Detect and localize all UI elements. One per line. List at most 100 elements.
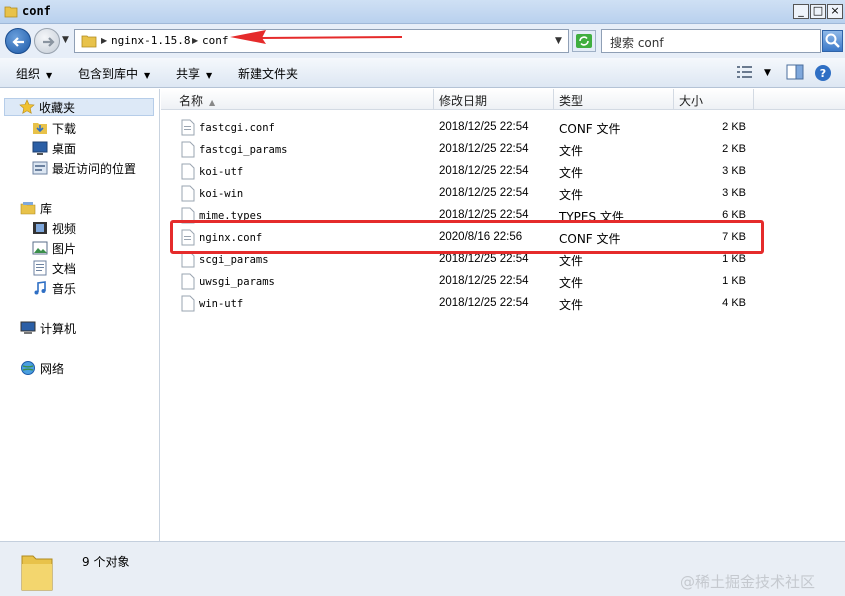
file-row[interactable]: koi-win 2018/12/25 22:54 文件 3 KB [173, 183, 753, 205]
library-icon [20, 202, 36, 215]
search-button[interactable] [822, 30, 843, 52]
nav-network[interactable]: 网络 [20, 359, 64, 377]
new-folder-button[interactable]: 新建文件夹 [238, 65, 298, 82]
file-row[interactable]: uwsgi_params 2018/12/25 22:54 文件 1 KB [173, 271, 753, 293]
file-name: fastcgi.conf [199, 122, 275, 134]
column-name-label: 名称 [179, 94, 204, 108]
file-name: koi-win [199, 188, 244, 200]
organize-label: 组织 [16, 67, 41, 81]
breadcrumb-separator-icon[interactable]: ▶ [192, 36, 198, 45]
computer-icon [20, 321, 36, 334]
nav-desktop[interactable]: 桌面 [32, 139, 76, 157]
picture-icon [32, 241, 48, 255]
file-size: 3 KB [722, 187, 746, 199]
nav-pictures-label: 图片 [52, 241, 77, 256]
address-bar-area: ▼ ▶ nginx-1.15.8 ▶ conf ▼ 搜索 conf [0, 24, 845, 58]
address-dropdown-icon[interactable]: ▼ [555, 36, 562, 46]
nav-computer[interactable]: 计算机 [20, 319, 76, 337]
share-button[interactable]: 共享 ▼ [176, 65, 212, 82]
file-list: 名称 ▲ 修改日期 类型 大小 fastcgi.conf 2018/12/25 2… [161, 89, 845, 541]
recent-pages-dropdown-icon[interactable]: ▼ [62, 35, 69, 45]
nav-music[interactable]: 音乐 [32, 279, 76, 297]
nav-videos[interactable]: 视频 [32, 219, 76, 237]
column-size[interactable]: 大小 [679, 92, 703, 109]
annotation-arrow-icon [230, 30, 403, 44]
preview-pane-icon[interactable] [786, 64, 804, 80]
file-date: 2018/12/25 22:54 [439, 143, 529, 155]
downloads-folder-icon [33, 123, 47, 134]
file-row[interactable]: koi-utf 2018/12/25 22:54 文件 3 KB [173, 161, 753, 183]
view-options-icon[interactable] [736, 64, 754, 80]
maximize-button[interactable]: □ [810, 4, 826, 19]
file-size: 2 KB [722, 121, 746, 133]
forward-button[interactable] [34, 28, 60, 54]
include-in-library-label: 包含到库中 [78, 67, 139, 81]
video-icon [33, 222, 47, 234]
back-button[interactable] [5, 28, 31, 54]
breadcrumb-nginx[interactable]: nginx-1.15.8 [111, 34, 190, 47]
window-title: conf [22, 4, 51, 18]
column-type[interactable]: 类型 [559, 92, 583, 109]
file-size: 1 KB [722, 275, 746, 287]
refresh-icon [576, 34, 592, 48]
minimize-button[interactable]: _ [793, 4, 809, 19]
breadcrumb-conf[interactable]: conf [202, 34, 229, 47]
column-divider[interactable] [673, 89, 674, 110]
nav-libraries-label: 库 [40, 201, 53, 216]
file-size: 2 KB [722, 143, 746, 155]
view-dropdown-icon[interactable]: ▼ [764, 68, 771, 78]
item-count: 9 个对象 [82, 555, 130, 569]
column-modified[interactable]: 修改日期 [439, 92, 487, 109]
nav-favorites-label: 收藏夹 [39, 100, 76, 115]
network-icon [21, 361, 35, 375]
share-label: 共享 [176, 67, 201, 81]
sort-ascending-icon: ▲ [209, 98, 216, 107]
breadcrumb-separator-icon[interactable]: ▶ [101, 36, 107, 45]
chevron-down-icon: ▼ [144, 71, 151, 80]
nav-recent-places-label: 最近访问的位置 [52, 161, 137, 176]
column-divider[interactable] [433, 89, 434, 110]
include-in-library-button[interactable]: 包含到库中 ▼ [78, 65, 150, 82]
file-name: fastcgi_params [199, 144, 288, 156]
folder-icon [81, 35, 97, 48]
file-size: 1 KB [722, 253, 746, 265]
file-row[interactable]: fastcgi_params 2018/12/25 22:54 文件 2 KB [173, 139, 753, 161]
organize-button[interactable]: 组织 ▼ [16, 65, 52, 82]
file-type: 文件 [559, 166, 584, 180]
close-button[interactable]: × [827, 4, 843, 19]
refresh-button[interactable] [572, 30, 596, 52]
file-icon [181, 273, 195, 290]
file-type: CONF 文件 [559, 122, 621, 136]
file-icon [181, 141, 195, 158]
file-row[interactable]: fastcgi.conf 2018/12/25 22:54 CONF 文件 2 … [173, 117, 753, 139]
command-bar: 组织 ▼ 包含到库中 ▼ 共享 ▼ 新建文件夹 ▼ ? [0, 58, 845, 88]
file-date: 2018/12/25 22:54 [439, 165, 529, 177]
nav-downloads[interactable]: 下载 [32, 119, 76, 137]
nav-recent-places[interactable]: 最近访问的位置 [32, 159, 136, 177]
file-date: 2018/12/25 22:54 [439, 121, 529, 133]
file-name: win-utf [199, 298, 244, 310]
help-icon[interactable]: ? [814, 64, 832, 82]
nav-documents[interactable]: 文档 [32, 259, 76, 277]
nav-favorites[interactable]: 收藏夹 [4, 98, 154, 116]
column-header-row: 名称 ▲ 修改日期 类型 大小 [161, 89, 845, 110]
column-divider[interactable] [553, 89, 554, 110]
nav-desktop-label: 桌面 [52, 141, 77, 156]
chevron-down-icon: ▼ [46, 71, 53, 80]
arrow-left-icon [12, 37, 24, 47]
column-name[interactable]: 名称 ▲ [179, 92, 215, 109]
file-name: uwsgi_params [199, 276, 275, 288]
chevron-down-icon: ▼ [206, 71, 213, 80]
column-divider[interactable] [753, 89, 754, 110]
search-input[interactable]: 搜索 conf [601, 29, 821, 53]
nav-pictures[interactable]: 图片 [32, 239, 76, 257]
nav-music-label: 音乐 [52, 281, 77, 296]
file-type: 文件 [559, 188, 584, 202]
title-bar: conf _ □ × [0, 0, 845, 24]
nav-videos-label: 视频 [52, 221, 77, 236]
arrow-right-icon [43, 37, 55, 47]
annotation-highlight-box [170, 220, 764, 254]
nav-libraries[interactable]: 库 [20, 199, 52, 217]
navigation-pane: 收藏夹 下载 桌面 最近访问的位置 库 视频 图片 文档 音乐 计算机 网络 [0, 89, 160, 541]
file-row[interactable]: win-utf 2018/12/25 22:54 文件 4 KB [173, 293, 753, 315]
